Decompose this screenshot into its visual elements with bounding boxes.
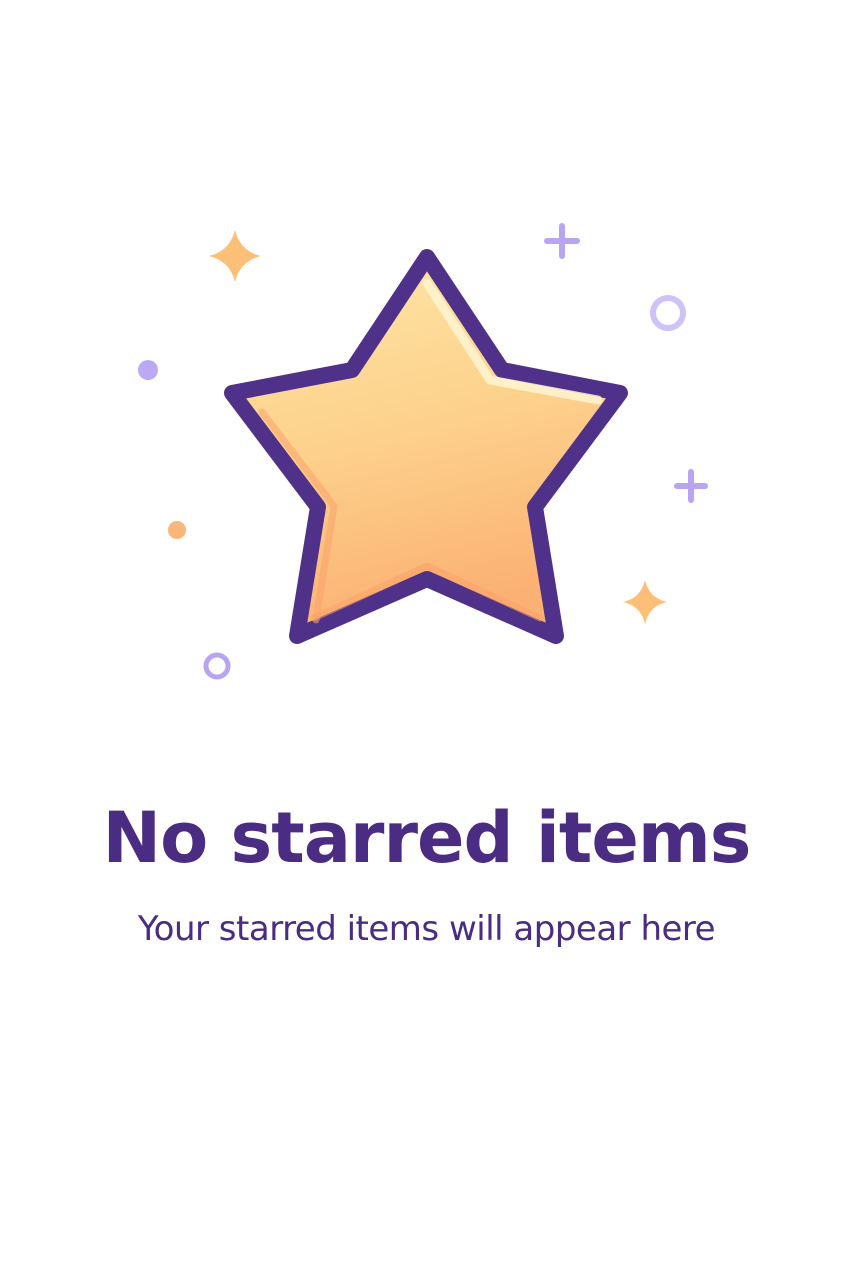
empty-state-screen: No starred items Your starred items will… [0,0,853,1280]
star-icon [224,249,628,644]
plus-icon [674,469,708,503]
ring-icon [650,295,686,331]
empty-state-title: No starred items [102,797,752,879]
sparkle-icon [623,580,667,624]
dot-icon [138,360,158,380]
empty-state-illustration [0,0,853,720]
ring-icon [203,652,231,680]
dot-icon [168,521,186,539]
sparkle-icon [209,230,261,282]
illustration-canvas [138,223,708,680]
empty-state-subtitle: Your starred items will appear here [137,909,716,949]
plus-icon [544,223,580,259]
